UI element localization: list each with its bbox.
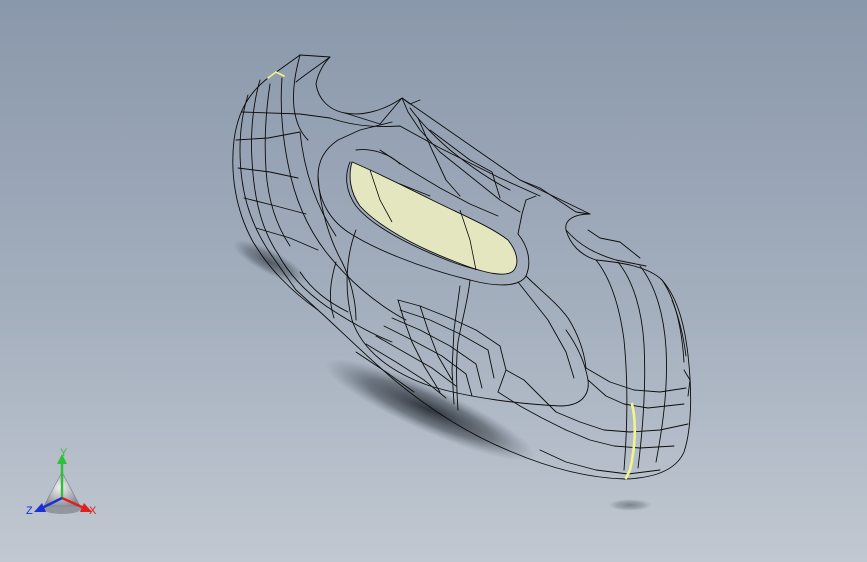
body-shadow — [324, 359, 536, 461]
x-axis-label: X — [89, 505, 97, 517]
selected-edge-top — [267, 71, 285, 79]
selected-edge[interactable] — [624, 402, 637, 480]
graphics-viewport[interactable]: Y Z X — [0, 0, 867, 562]
car-body-wireframe-icon[interactable] — [0, 0, 867, 562]
windshield-face[interactable] — [349, 161, 518, 275]
z-axis-label: Z — [26, 505, 33, 517]
axis-triad[interactable]: Y Z X — [22, 446, 106, 526]
body-shadow-front — [608, 499, 652, 511]
y-axis-label: Y — [60, 447, 68, 459]
